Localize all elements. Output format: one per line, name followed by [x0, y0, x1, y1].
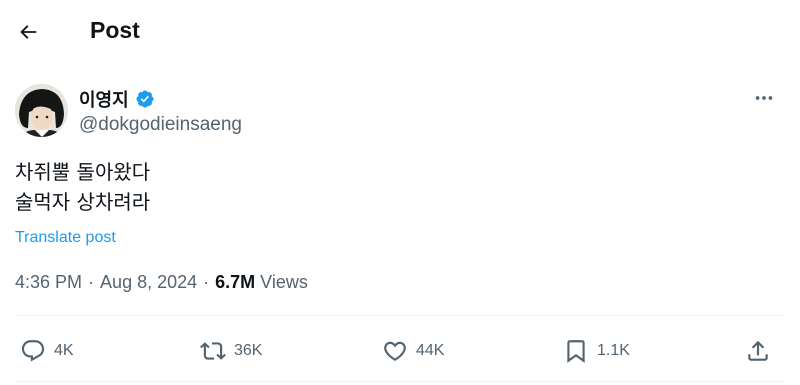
avatar[interactable]: [15, 84, 68, 137]
author-name-row[interactable]: 이영지: [79, 86, 155, 112]
bookmark-count: 1.1K: [597, 342, 630, 359]
repost-icon: [200, 342, 226, 360]
post-text-line: 술먹자 상차려라: [15, 190, 151, 214]
bookmark-icon: [567, 340, 585, 363]
verified-badge-icon: [136, 90, 154, 108]
meta-separator: ·: [203, 272, 210, 292]
views-label: Views: [260, 272, 308, 292]
post-text: 차쥐뿔 돌아왔다 술먹자 상차려라: [15, 157, 150, 217]
arrow-left-icon: [20, 25, 37, 39]
bookmark-button[interactable]: 1.1K: [563, 331, 630, 371]
more-horizontal-icon: [755, 96, 773, 100]
post-meta: 4:36 PM · Aug 8, 2024 · 6.7M Views: [15, 272, 308, 293]
like-button[interactable]: 44K: [382, 331, 444, 371]
repost-count: 36K: [234, 342, 263, 359]
meta-separator: ·: [88, 272, 95, 292]
share-button[interactable]: [745, 331, 771, 371]
like-count: 44K: [416, 342, 445, 359]
post-date[interactable]: Aug 8, 2024: [100, 272, 197, 293]
post-header: Post: [0, 0, 800, 64]
divider: [15, 381, 785, 382]
post-time[interactable]: 4:36 PM: [15, 272, 82, 293]
views-count: 6.7M: [215, 272, 256, 292]
repost-button[interactable]: 36K: [200, 331, 262, 371]
divider: [15, 315, 785, 316]
author-display-name[interactable]: 이영지: [79, 86, 129, 112]
page-title: Post: [90, 17, 140, 43]
post-text-line: 차쥐뿔 돌아왔다: [15, 160, 151, 184]
action-bar: 4K 36K 44K 1.1K: [0, 331, 800, 371]
reply-count: 4K: [54, 342, 74, 359]
back-button[interactable]: [14, 18, 42, 46]
translate-post-link[interactable]: Translate post: [15, 229, 116, 247]
avatar-image: [15, 84, 68, 137]
reply-button[interactable]: 4K: [20, 331, 74, 371]
more-options-button[interactable]: [751, 86, 777, 110]
reply-icon: [21, 340, 45, 362]
share-icon: [748, 340, 768, 361]
author-handle[interactable]: @dokgodieinsaeng: [79, 114, 242, 136]
heart-icon: [384, 341, 406, 361]
